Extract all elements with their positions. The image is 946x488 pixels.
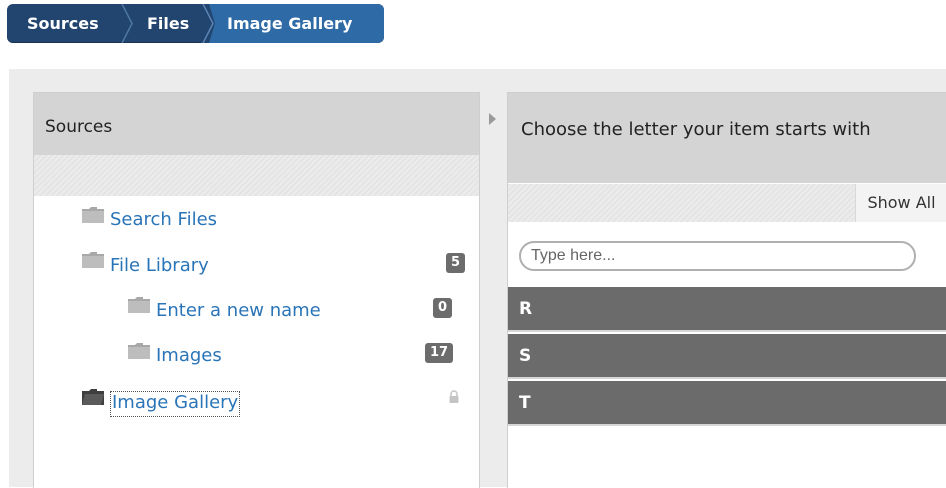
sources-panel-toolbar <box>34 155 479 196</box>
folder-icon <box>128 297 150 313</box>
letter-row-r[interactable]: R <box>508 287 946 332</box>
sources-panel-header: Sources <box>34 93 479 155</box>
breadcrumb-files[interactable]: Files <box>147 4 189 43</box>
breadcrumb-sources[interactable]: Sources <box>27 4 99 43</box>
letter-row-s[interactable]: S <box>508 334 946 379</box>
folder-icon <box>128 343 150 359</box>
caret-right-icon <box>489 113 496 125</box>
count-badge: 0 <box>433 298 453 318</box>
breadcrumb: Sources Files Image Gallery <box>7 4 384 43</box>
tree-item-image-gallery[interactable]: Image Gallery <box>110 391 241 417</box>
lock-icon <box>449 390 459 403</box>
folder-icon <box>82 207 104 223</box>
breadcrumb-separator-icon <box>121 4 133 43</box>
letters-panel: Choose the letter your item starts with … <box>507 92 946 488</box>
tree-item-file-library[interactable]: File Library <box>110 254 209 278</box>
letters-panel-title: Choose the letter your item starts with <box>521 119 871 140</box>
breadcrumb-image-gallery[interactable]: Image Gallery <box>227 4 352 43</box>
letter-row-t[interactable]: T <box>508 381 946 426</box>
tree-item-enter-new-name[interactable]: Enter a new name <box>156 299 321 323</box>
open-folder-icon <box>82 389 104 405</box>
sources-panel: Sources <box>33 92 480 488</box>
breadcrumb-separator-icon <box>201 4 215 43</box>
letter-search-input[interactable] <box>519 241 916 271</box>
count-badge: 5 <box>446 253 466 273</box>
sources-panel-title: Sources <box>45 117 113 137</box>
tree-item-search-files[interactable]: Search Files <box>110 208 217 232</box>
letters-panel-header: Choose the letter your item starts with <box>508 93 946 183</box>
show-all-button[interactable]: Show All <box>855 184 946 222</box>
folder-icon <box>82 252 104 268</box>
tree-item-images[interactable]: Images <box>156 344 222 368</box>
count-badge: 17 <box>425 343 454 363</box>
